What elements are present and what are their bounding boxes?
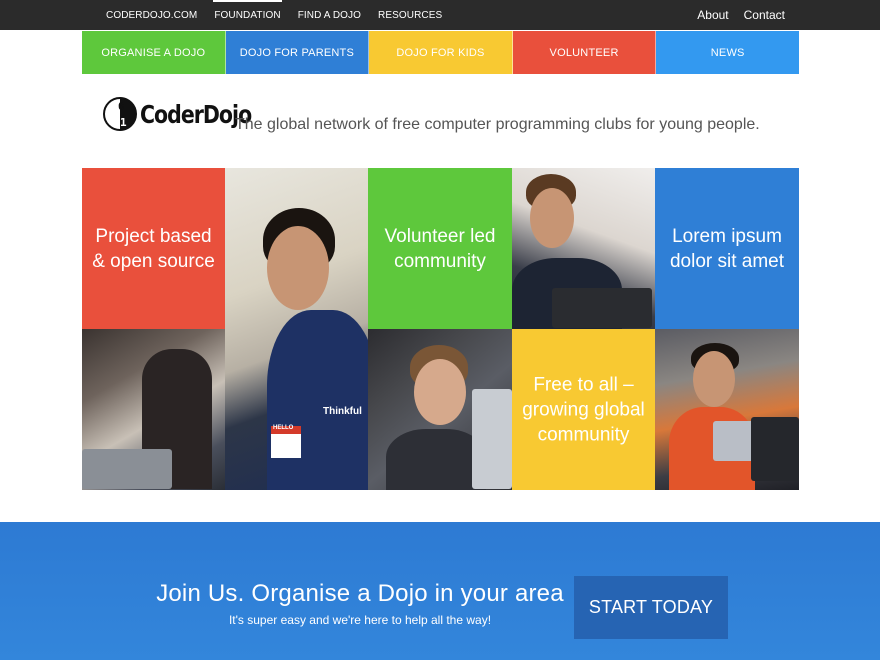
photo-boy-at-laptop (512, 168, 655, 329)
section-navigation: ORGANISE A DOJO DOJO FOR PARENTS DOJO FO… (82, 31, 799, 74)
shirt-logo-text: Thinkful (323, 406, 362, 417)
tile-caption-project: Project based & open source (92, 225, 215, 272)
start-today-button[interactable]: START TODAY (574, 576, 728, 639)
nav-dojo-for-kids[interactable]: DOJO FOR KIDS (369, 31, 513, 74)
top-navigation-bar: CODERDOJO.COM FOUNDATION FIND A DOJO RES… (0, 0, 880, 30)
nav-news[interactable]: NEWS (656, 31, 799, 74)
topnav-link-resources[interactable]: RESOURCES (378, 0, 442, 30)
tile-free-to-all: Free to all – growing global community (512, 329, 655, 490)
photo-classroom (82, 329, 225, 490)
name-badge: HELLO (271, 425, 301, 458)
tagline: The global network of free computer prog… (235, 116, 760, 133)
tile-caption-lorem: Lorem ipsum dolor sit amet (669, 225, 785, 272)
nav-organise-a-dojo[interactable]: ORGANISE A DOJO (82, 31, 226, 74)
tile-volunteer-led: Volunteer led community (368, 168, 512, 329)
tile-caption-free: Free to all – growing global community (522, 374, 645, 445)
photo-man-on-phone (655, 329, 799, 490)
topnav-link-foundation[interactable]: FOUNDATION (213, 0, 283, 30)
topnav-link-find-a-dojo[interactable]: FIND A DOJO (298, 0, 361, 30)
photo-boy-with-glasses (368, 329, 512, 490)
topnav-link-contact[interactable]: Contact (744, 8, 785, 22)
tile-caption-volunteer: Volunteer led community (384, 225, 496, 272)
tile-lorem-ipsum: Lorem ipsum dolor sit amet (655, 168, 799, 329)
yin-yang-logo-icon: 0 1 (103, 97, 137, 131)
feature-mosaic: Project based & open source Thinkful HEL… (82, 168, 799, 490)
top-nav-right: About Contact (682, 0, 785, 30)
nav-dojo-for-parents[interactable]: DOJO FOR PARENTS (225, 31, 370, 74)
topnav-link-about[interactable]: About (697, 8, 728, 22)
tile-project-based: Project based & open source (82, 168, 225, 329)
nav-volunteer[interactable]: VOLUNTEER (512, 31, 657, 74)
topnav-link-coderdojo-com[interactable]: CODERDOJO.COM (106, 0, 197, 30)
top-nav-left: CODERDOJO.COM FOUNDATION FIND A DOJO RES… (106, 0, 459, 30)
photo-smiling-volunteer: Thinkful HELLO (225, 168, 368, 490)
